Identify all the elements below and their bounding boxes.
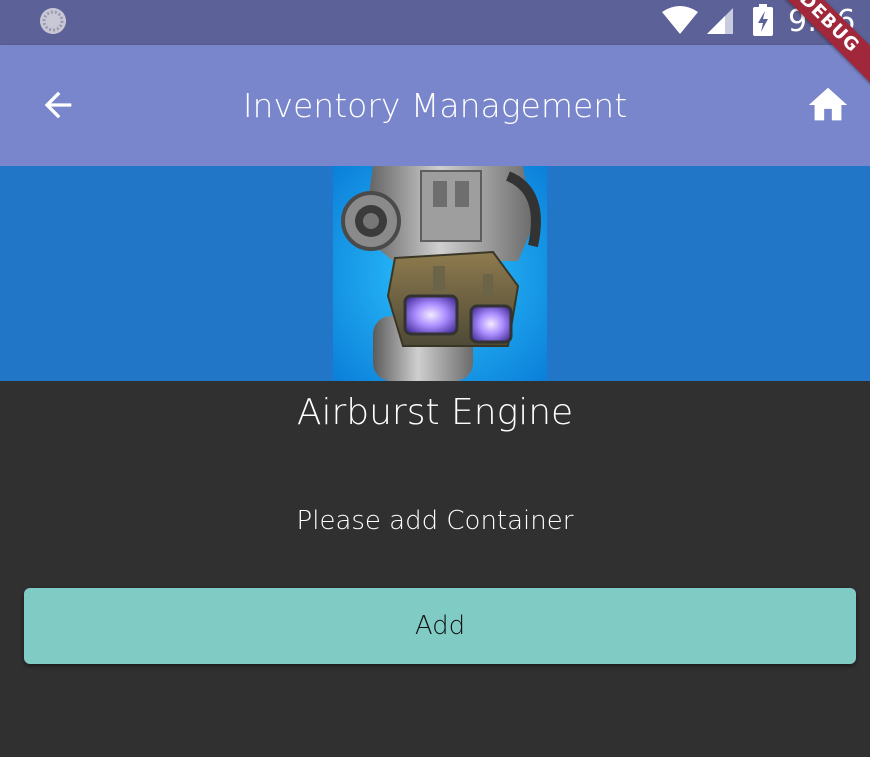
home-icon — [808, 87, 848, 121]
app-notification-icon — [40, 8, 66, 34]
signal-icon — [707, 8, 733, 34]
page-title: Inventory Management — [242, 86, 628, 125]
product-image-area — [0, 166, 870, 381]
product-name: Airburst Engine — [296, 392, 574, 433]
battery-icon — [753, 4, 773, 36]
back-button[interactable] — [28, 75, 88, 135]
home-button[interactable] — [798, 75, 858, 135]
add-container-button[interactable]: Add — [24, 588, 856, 664]
status-bar: 9:46 — [0, 0, 870, 45]
wifi-icon — [662, 6, 698, 34]
empty-containers-message: Please add Container — [296, 506, 574, 536]
app-bar: Inventory Management — [0, 45, 870, 166]
engine-thruster-image — [333, 166, 547, 381]
arrow-back-icon — [44, 91, 72, 119]
